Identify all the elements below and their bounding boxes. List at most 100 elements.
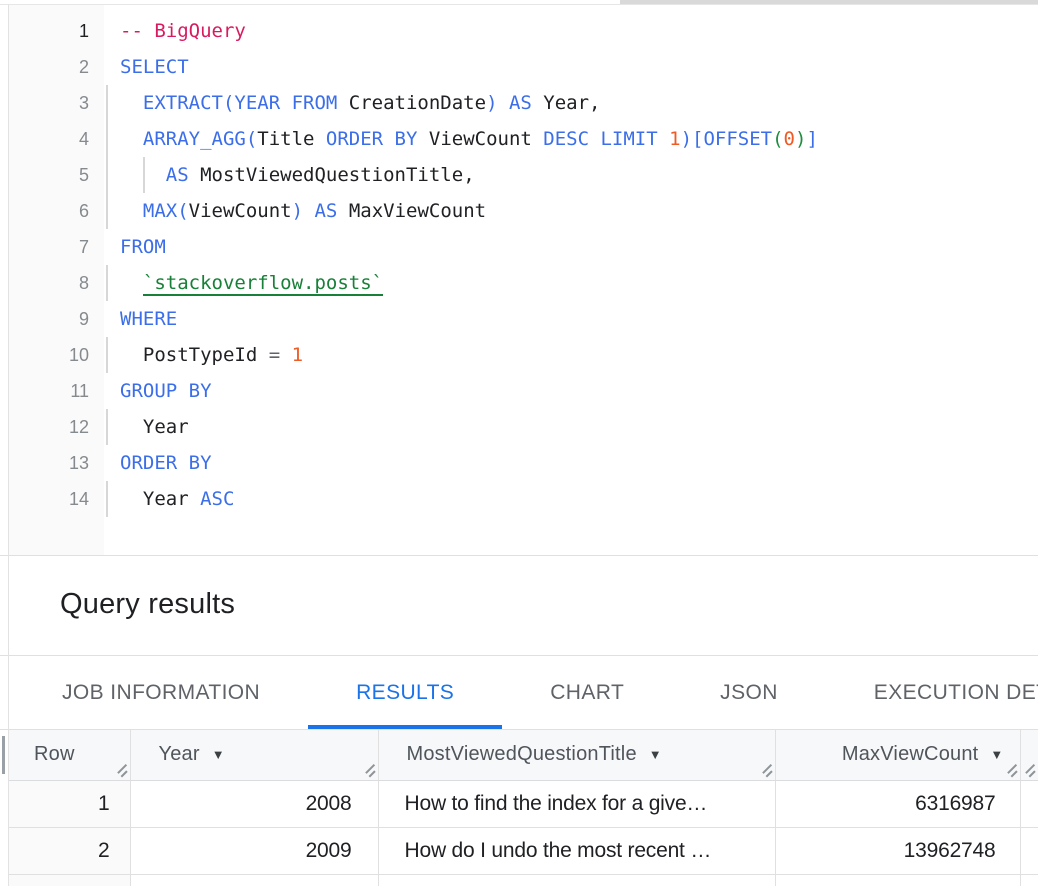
indent-guide <box>106 409 108 445</box>
line-number: 11 <box>9 373 89 409</box>
code-text: FROM <box>120 229 166 265</box>
indent-guide <box>106 193 108 229</box>
table-cell: 2008 <box>130 780 378 827</box>
table-cell: 6316987 <box>775 780 1020 827</box>
table-cell <box>130 874 378 886</box>
indent-guide <box>106 481 108 517</box>
table-cell <box>1020 780 1038 827</box>
line-number: 13 <box>9 445 89 481</box>
code-text: SELECT <box>120 49 189 85</box>
line-number: 8 <box>9 265 89 301</box>
column-header-extra <box>1020 730 1038 780</box>
sql-editor[interactable]: 1-- BigQuery2SELECT3 EXTRACT(YEAR FROM C… <box>0 5 1038 555</box>
code-text: AS MostViewedQuestionTitle, <box>120 157 475 193</box>
code-text: Year <box>120 409 189 445</box>
editor-horizontal-scrollbar-thumb[interactable] <box>620 0 1038 4</box>
table-cell <box>1020 827 1038 874</box>
code-line[interactable]: 14 Year ASC <box>9 481 1038 517</box>
code-line[interactable]: 1 -- BigQuery <box>9 13 1038 49</box>
table-row: 12008How to find the index for a give…63… <box>8 780 1038 827</box>
line-number: 7 <box>9 229 89 265</box>
column-resize-handle-icon[interactable] <box>362 764 376 777</box>
column-label: MaxViewCount <box>842 743 979 765</box>
code-line[interactable]: 5 AS MostViewedQuestionTitle, <box>9 157 1038 193</box>
table-row <box>8 874 1038 886</box>
table-cell: 2 <box>8 827 130 874</box>
code-line[interactable]: 9 WHERE <box>9 301 1038 337</box>
table-cell: How to find the index for a give… <box>378 780 775 827</box>
table-cell <box>8 874 130 886</box>
panel-left-border <box>8 5 9 886</box>
table-cell: 1 <box>8 780 130 827</box>
line-number: 6 <box>9 193 89 229</box>
table-row: 22009How do I undo the most recent …1396… <box>8 827 1038 874</box>
results-table-container: RowYear▼MostViewedQuestionTitle▼MaxViewC… <box>0 730 1038 886</box>
column-menu-icon[interactable]: ▼ <box>649 747 662 762</box>
results-vertical-scrollbar[interactable] <box>2 736 5 774</box>
line-number: 9 <box>9 301 89 337</box>
column-header-row[interactable]: Row <box>8 730 130 780</box>
table-cell: 2009 <box>130 827 378 874</box>
code-text: ARRAY_AGG(Title ORDER BY ViewCount DESC … <box>120 121 818 157</box>
indent-guide <box>106 121 108 157</box>
tab-job-information[interactable]: JOB INFORMATION <box>14 656 308 729</box>
column-resize-handle-icon[interactable] <box>114 764 128 777</box>
column-resize-handle-icon[interactable] <box>759 764 773 777</box>
code-line[interactable]: 4 ARRAY_AGG(Title ORDER BY ViewCount DES… <box>9 121 1038 157</box>
line-number: 14 <box>9 481 89 517</box>
table-cell <box>378 874 775 886</box>
line-number: 12 <box>9 409 89 445</box>
indent-guide <box>106 85 108 121</box>
code-line[interactable]: 6 MAX(ViewCount) AS MaxViewCount <box>9 193 1038 229</box>
code-line[interactable]: 11 GROUP BY <box>9 373 1038 409</box>
line-number: 1 <box>9 13 89 49</box>
column-resize-handle-icon[interactable] <box>1004 764 1018 777</box>
table-cell: 13962748 <box>775 827 1020 874</box>
column-label: Row <box>34 743 75 765</box>
code-line[interactable]: 13 ORDER BY <box>9 445 1038 481</box>
table-cell: How do I undo the most recent … <box>378 827 775 874</box>
column-resize-handle-icon[interactable] <box>1022 764 1036 777</box>
table-cell <box>775 874 1020 886</box>
line-number: 2 <box>9 49 89 85</box>
code-line[interactable]: 8 `stackoverflow.posts` <box>9 265 1038 301</box>
code-text: `stackoverflow.posts` <box>120 265 383 301</box>
code-text: Year ASC <box>120 481 234 517</box>
column-header-maxviewcount[interactable]: MaxViewCount ▼ <box>775 730 1020 780</box>
table-cell <box>1020 874 1038 886</box>
column-menu-icon[interactable]: ▼ <box>212 747 225 762</box>
column-header-mostviewedquestiontitle[interactable]: MostViewedQuestionTitle ▼ <box>378 730 775 780</box>
results-tab-bar: JOB INFORMATIONRESULTSCHARTJSONEXECUTION… <box>0 656 1038 729</box>
tab-results[interactable]: RESULTS <box>308 656 502 729</box>
code-line[interactable]: 12 Year <box>9 409 1038 445</box>
code-text: EXTRACT(YEAR FROM CreationDate) AS Year, <box>120 85 600 121</box>
line-number: 5 <box>9 157 89 193</box>
results-table: RowYear▼MostViewedQuestionTitle▼MaxViewC… <box>8 730 1038 886</box>
code-text: GROUP BY <box>120 373 212 409</box>
column-header-year[interactable]: Year ▼ <box>130 730 378 780</box>
code-line[interactable]: 7 FROM <box>9 229 1038 265</box>
column-label: MostViewedQuestionTitle <box>407 743 637 765</box>
page-title: Query results <box>60 588 235 621</box>
code-text: ORDER BY <box>120 445 212 481</box>
code-lines[interactable]: 1-- BigQuery2SELECT3 EXTRACT(YEAR FROM C… <box>9 13 1038 517</box>
code-line[interactable]: 2 SELECT <box>9 49 1038 85</box>
code-text: WHERE <box>120 301 177 337</box>
query-results-header: Query results <box>0 556 1038 655</box>
bigquery-panel: 1-- BigQuery2SELECT3 EXTRACT(YEAR FROM C… <box>0 0 1038 886</box>
line-number: 10 <box>9 337 89 373</box>
indent-guide <box>106 265 108 301</box>
code-line[interactable]: 3 EXTRACT(YEAR FROM CreationDate) AS Yea… <box>9 85 1038 121</box>
line-number: 3 <box>9 85 89 121</box>
code-text: PostTypeId = 1 <box>120 337 303 373</box>
column-menu-icon[interactable]: ▼ <box>990 747 1003 762</box>
indent-guide <box>106 337 108 373</box>
column-label: Year <box>159 743 200 765</box>
code-text: MAX(ViewCount) AS MaxViewCount <box>120 193 486 229</box>
tab-execution-details[interactable]: EXECUTION DETAILS <box>826 656 1038 729</box>
code-text: -- BigQuery <box>120 13 246 49</box>
tab-json[interactable]: JSON <box>672 656 826 729</box>
code-line[interactable]: 10 PostTypeId = 1 <box>9 337 1038 373</box>
table-header-row: RowYear▼MostViewedQuestionTitle▼MaxViewC… <box>8 730 1038 780</box>
tab-chart[interactable]: CHART <box>502 656 672 729</box>
